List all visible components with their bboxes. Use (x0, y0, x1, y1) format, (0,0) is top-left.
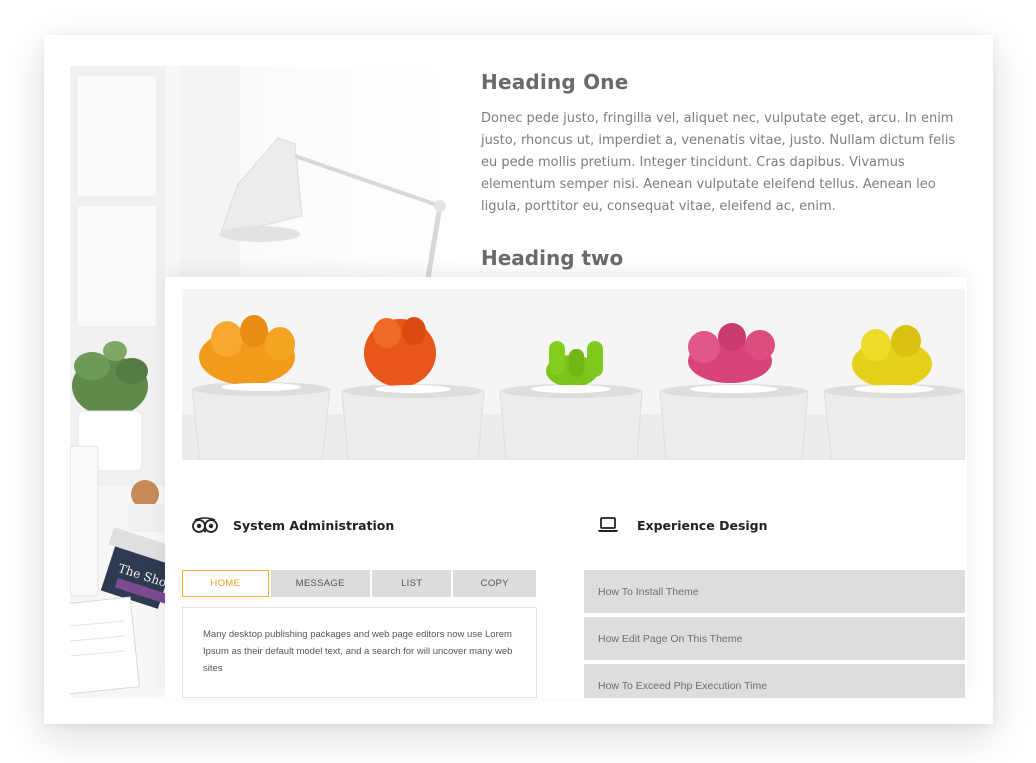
tab-panel-text: Many desktop publishing packages and web… (203, 629, 513, 674)
feature-system-administration: System Administration (190, 515, 394, 535)
tab-bar: HOME MESSAGE LIST COPY (182, 570, 536, 597)
body-paragraph: Donec pede justo, fringilla vel, aliquet… (481, 111, 956, 214)
tripadvisor-owl-icon (190, 515, 220, 535)
text-column: Heading One Donec pede justo, fringilla … (481, 70, 966, 270)
accordion-item-php-execution-time[interactable]: How To Exceed Php Execution Time (584, 664, 965, 698)
tab-home[interactable]: HOME (182, 570, 269, 597)
feature-experience-design: Experience Design (593, 515, 768, 535)
front-card: System Administration Experience Design … (165, 277, 967, 698)
cactus-banner-image (182, 289, 965, 460)
tab-message[interactable]: MESSAGE (270, 570, 370, 597)
heading-two: Heading two (481, 246, 624, 270)
feature-title-experience-design: Experience Design (637, 517, 768, 533)
laptop-icon (593, 515, 623, 535)
accordion-item-install-theme[interactable]: How To Install Theme (584, 570, 965, 613)
tab-list[interactable]: LIST (371, 570, 452, 597)
heading-one: Heading One (481, 70, 629, 94)
accordion-item-edit-page[interactable]: How Edit Page On This Theme (584, 617, 965, 660)
feature-title-system-administration: System Administration (233, 517, 395, 533)
tab-copy[interactable]: COPY (453, 570, 536, 597)
tab-panel: Many desktop publishing packages and web… (182, 607, 537, 698)
accordion: How To Install Theme How Edit Page On Th… (584, 570, 965, 698)
